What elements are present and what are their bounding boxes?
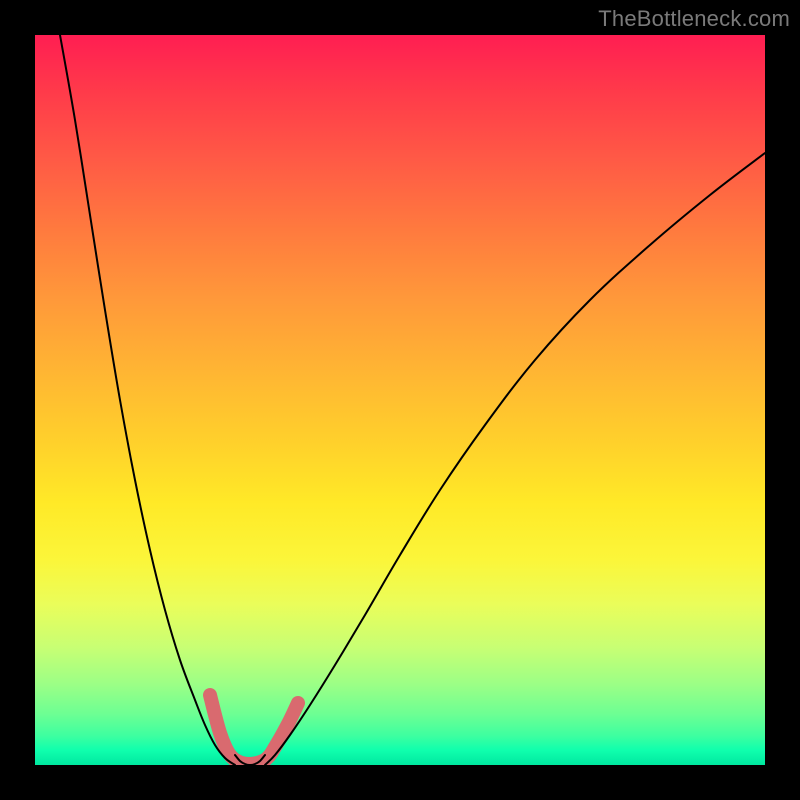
chart-frame: TheBottleneck.com bbox=[0, 0, 800, 800]
bottleneck-curve bbox=[60, 35, 765, 765]
accent-highlight bbox=[210, 695, 298, 764]
plot-area bbox=[35, 35, 765, 765]
curve-layer bbox=[35, 35, 765, 765]
watermark-text: TheBottleneck.com bbox=[598, 6, 790, 32]
